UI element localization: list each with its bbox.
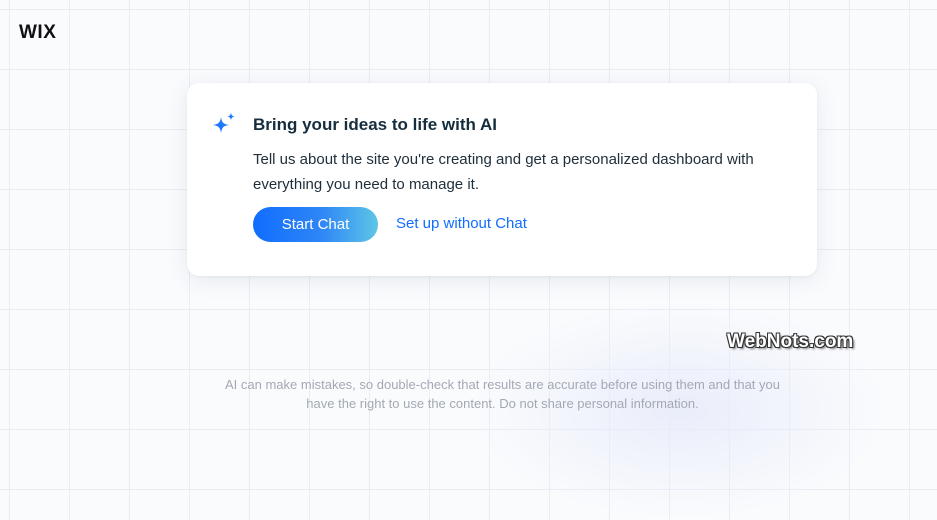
- setup-without-chat-link[interactable]: Set up without Chat: [396, 215, 527, 232]
- disclaimer-line-2: have the right to use the content. Do no…: [306, 396, 699, 411]
- start-chat-button[interactable]: Start Chat: [253, 207, 378, 242]
- ai-onboarding-card: Bring your ideas to life with AI Tell us…: [187, 83, 817, 276]
- ai-disclaimer: AI can make mistakes, so double-check th…: [180, 375, 825, 413]
- card-description: Tell us about the site you're creating a…: [253, 151, 754, 193]
- disclaimer-line-1: AI can make mistakes, so double-check th…: [225, 377, 780, 392]
- wix-logo[interactable]: WIX: [19, 22, 56, 44]
- watermark: WebNots.com: [727, 331, 854, 352]
- card-title: Bring your ideas to life with AI: [253, 115, 498, 134]
- sparkle-icon: [210, 111, 238, 139]
